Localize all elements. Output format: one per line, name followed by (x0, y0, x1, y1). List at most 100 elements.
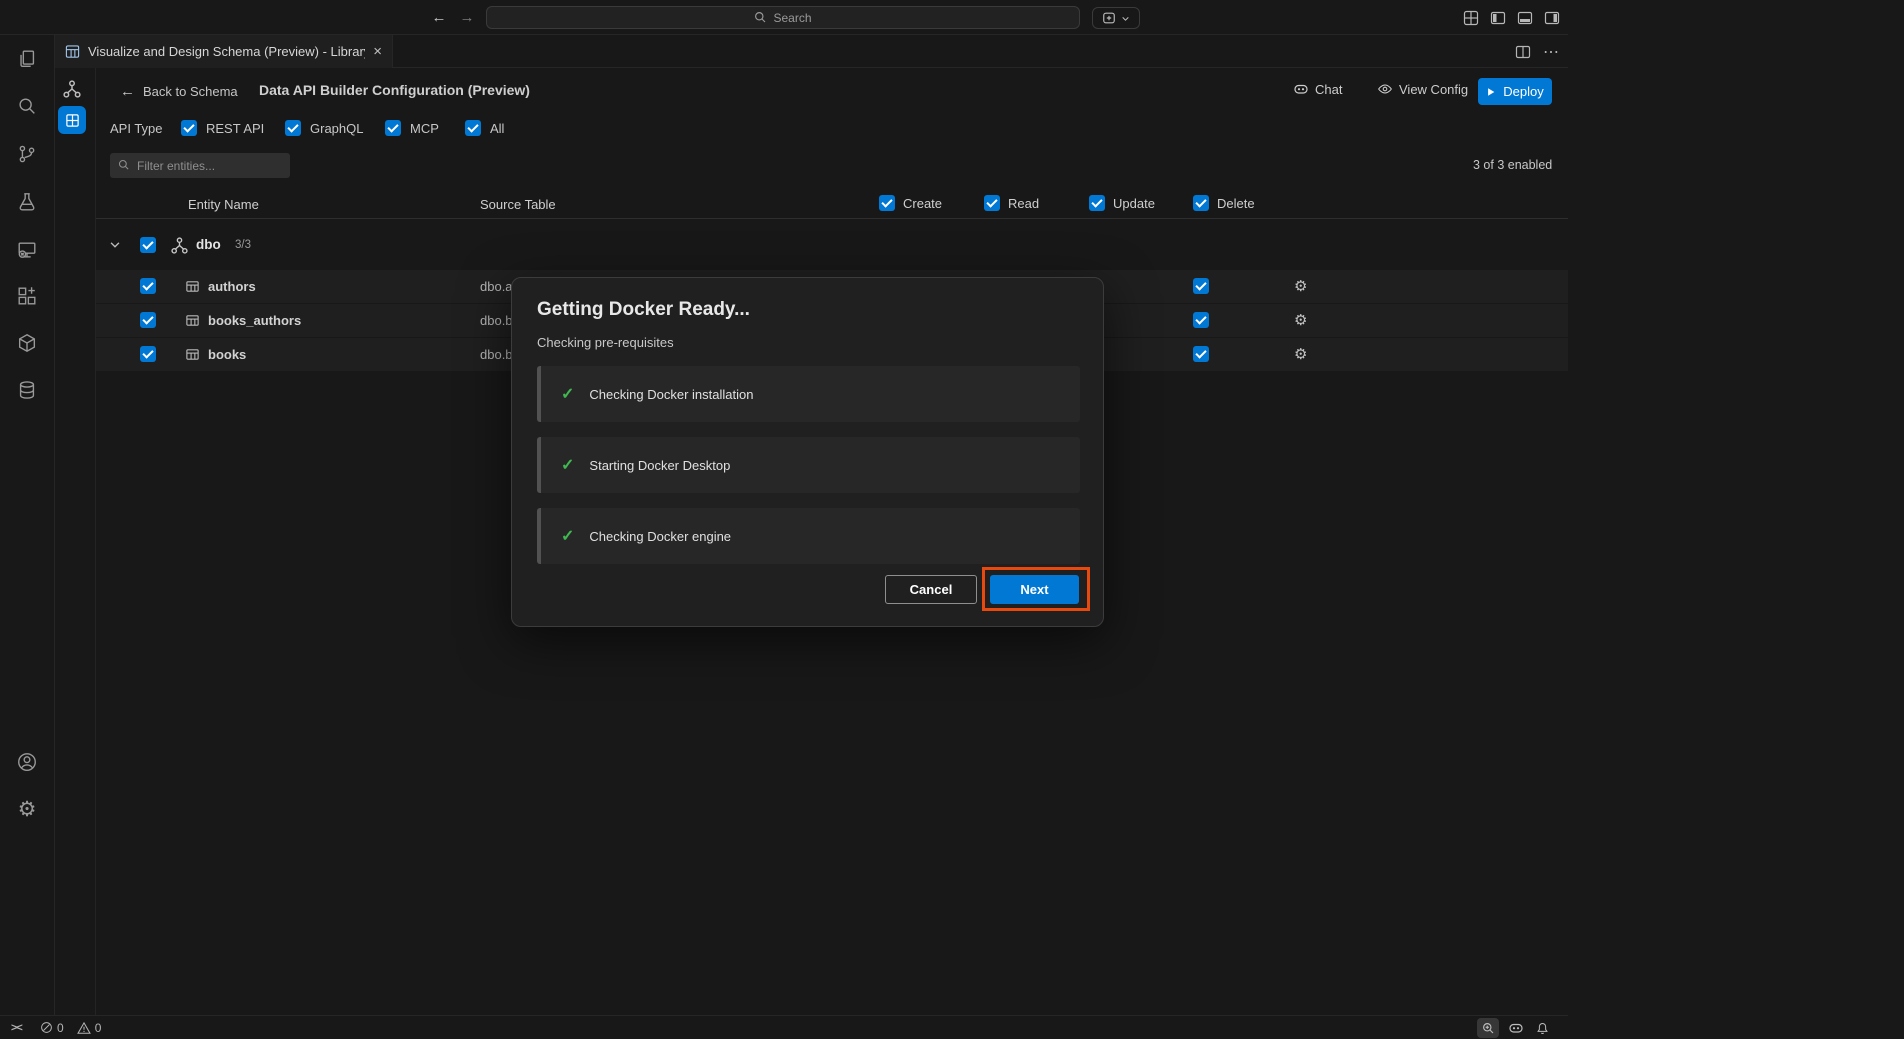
entity-source: dbo.b (480, 347, 513, 362)
column-delete: Delete (1193, 195, 1255, 211)
check-success-icon: ✓ (561, 526, 574, 546)
explorer-icon[interactable] (15, 47, 39, 71)
row-settings-gear-icon[interactable]: ⚙ (1294, 345, 1307, 364)
account-icon[interactable] (15, 750, 39, 774)
checkbox-delete-authors[interactable] (1193, 278, 1209, 294)
step-label: Starting Docker Desktop (589, 458, 730, 473)
checkbox-delete-books[interactable] (1193, 346, 1209, 362)
checkbox-read-all[interactable] (984, 195, 1000, 211)
toggle-primary-sidebar-icon[interactable] (1488, 8, 1508, 28)
tab-title: Visualize and Design Schema (Preview) - … (88, 44, 365, 59)
source-control-icon[interactable] (15, 142, 39, 166)
rest-api-label: REST API (206, 121, 264, 136)
view-config-button[interactable]: View Config (1377, 81, 1468, 97)
column-create: Create (879, 195, 942, 211)
entity-source: dbo.b (480, 313, 513, 328)
activity-bar: ⚙ (0, 35, 55, 1015)
checkbox-update-all[interactable] (1089, 195, 1105, 211)
deploy-label: Deploy (1503, 84, 1543, 99)
check-success-icon: ✓ (561, 455, 574, 475)
server-disconnected-icon[interactable] (15, 238, 39, 262)
problems-indicator[interactable]: 0 0 (40, 1016, 101, 1039)
next-button[interactable]: Next (990, 575, 1079, 604)
extensions-icon[interactable] (15, 284, 39, 308)
mcp-label: MCP (410, 121, 439, 136)
customize-layout-icon[interactable] (1461, 8, 1481, 28)
back-to-schema-label: Back to Schema (143, 84, 238, 99)
row-settings-gear-icon[interactable]: ⚙ (1294, 277, 1307, 296)
checkbox-group-dbo[interactable] (140, 237, 156, 253)
remote-indicator[interactable]: >< (6, 1016, 27, 1039)
tab-close-icon[interactable]: × (373, 44, 382, 59)
step-label: Checking Docker installation (589, 387, 753, 402)
more-actions-icon[interactable]: ⋯ (1541, 42, 1561, 62)
notifications-bell-icon[interactable] (1531, 1018, 1553, 1038)
checkbox-delete-books-authors[interactable] (1193, 312, 1209, 328)
checkbox-mcp[interactable] (385, 120, 401, 136)
row-settings-gear-icon[interactable]: ⚙ (1294, 311, 1307, 330)
entity-name: books (208, 347, 246, 362)
copilot-session-button[interactable] (1092, 7, 1140, 29)
group-name: dbo (196, 237, 221, 252)
checkbox-graphql[interactable] (285, 120, 301, 136)
table-icon (185, 347, 200, 362)
filter-entities-input[interactable] (110, 153, 290, 178)
checkbox-delete-all[interactable] (1193, 195, 1209, 211)
command-center-search[interactable]: Search (486, 6, 1080, 29)
checkbox-all[interactable] (465, 120, 481, 136)
testing-beaker-icon[interactable] (15, 190, 39, 214)
check-success-icon: ✓ (561, 384, 574, 404)
dialog-title: Getting Docker Ready... (537, 299, 750, 321)
api-type-label: API Type (110, 121, 163, 136)
status-bar: >< 0 0 (0, 1015, 1568, 1039)
checkbox-rest-api[interactable] (181, 120, 197, 136)
dialog-subtitle: Checking pre-requisites (537, 335, 674, 350)
all-label: All (490, 121, 504, 136)
checkbox-row-books[interactable] (140, 346, 156, 362)
toggle-secondary-sidebar-icon[interactable] (1542, 8, 1562, 28)
play-icon (1486, 87, 1496, 97)
tab-visualize-design-schema[interactable]: Visualize and Design Schema (Preview) - … (55, 35, 393, 68)
docker-ready-dialog: Getting Docker Ready... Checking pre-req… (511, 277, 1104, 627)
warnings-count: 0 (95, 1021, 102, 1035)
copilot-status-icon[interactable] (1505, 1018, 1527, 1038)
filter-search-icon (118, 159, 130, 171)
api-option-all: All (465, 120, 504, 136)
chevron-expand-icon[interactable] (108, 238, 122, 252)
search-view-icon[interactable] (15, 94, 39, 118)
back-to-schema-link[interactable]: ← Back to Schema (120, 83, 238, 100)
column-read: Read (984, 195, 1039, 211)
read-label: Read (1008, 196, 1039, 211)
graphql-label: GraphQL (310, 121, 363, 136)
chat-button[interactable]: Chat (1293, 81, 1342, 97)
split-editor-icon[interactable] (1513, 42, 1533, 62)
data-api-builder-tab-button[interactable] (58, 106, 86, 134)
cancel-button[interactable]: Cancel (885, 575, 977, 604)
container-package-icon[interactable] (15, 331, 39, 355)
settings-gear-icon[interactable]: ⚙ (15, 797, 39, 821)
schema-group-row: dbo 3/3 (96, 228, 1568, 262)
errors-icon (40, 1021, 53, 1034)
zoom-indicator-icon[interactable] (1477, 1018, 1499, 1038)
chat-label: Chat (1315, 82, 1342, 97)
checkbox-row-books-authors[interactable] (140, 312, 156, 328)
deploy-button[interactable]: Deploy (1478, 78, 1552, 105)
table-icon (185, 313, 200, 328)
chevron-down-icon (1121, 14, 1130, 23)
toggle-panel-icon[interactable] (1515, 8, 1535, 28)
warnings-icon (77, 1021, 91, 1035)
nav-forward-button[interactable]: → (456, 7, 478, 28)
enabled-count-label: 3 of 3 enabled (1473, 158, 1552, 172)
visualize-schema-icon[interactable] (62, 79, 82, 99)
nav-back-button[interactable]: ← (428, 7, 450, 28)
checkbox-create-all[interactable] (879, 195, 895, 211)
database-projects-icon[interactable] (15, 378, 39, 402)
api-option-graphql: GraphQL (285, 120, 363, 136)
delete-label: Delete (1217, 196, 1255, 211)
copilot-session-icon (1102, 11, 1116, 25)
table-header-divider (96, 218, 1568, 219)
update-label: Update (1113, 196, 1155, 211)
vscode-window: ← → Search (0, 0, 1904, 1039)
page-title: Data API Builder Configuration (Preview) (259, 82, 530, 98)
checkbox-row-authors[interactable] (140, 278, 156, 294)
